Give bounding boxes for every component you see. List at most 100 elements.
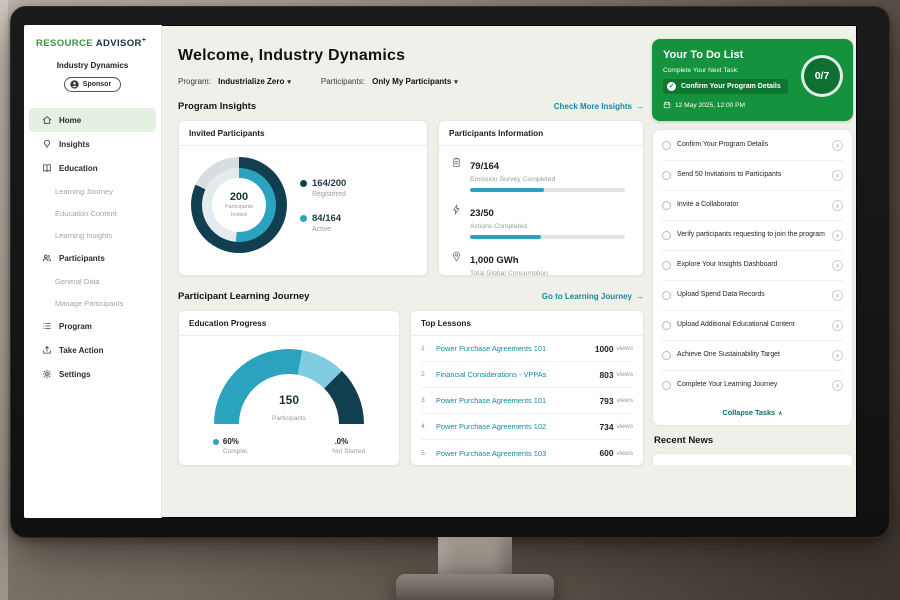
task-checkbox[interactable] <box>662 351 671 360</box>
stat-label: Emission Survey Completed <box>470 176 631 183</box>
lesson-rank: 4 <box>421 423 436 430</box>
task-checkbox[interactable] <box>662 201 671 210</box>
task-label: Upload Spend Data Records <box>677 291 826 300</box>
sidebar-item-general-data[interactable]: General Data <box>24 270 161 292</box>
task-row[interactable]: Upload Additional Educational Content › <box>662 311 843 341</box>
chevron-right-icon[interactable]: › <box>832 230 843 241</box>
monitor-stand-neck <box>438 537 512 579</box>
task-row[interactable]: Explore Your Insights Dashboard › <box>662 251 843 281</box>
chevron-right-icon[interactable]: › <box>832 200 843 211</box>
gauge-center-value: 150 <box>214 393 364 407</box>
gauge-center-label: Participants <box>272 415 306 422</box>
link-label: Go to Learning Journey <box>542 292 632 301</box>
gear-icon <box>42 369 52 379</box>
task-row[interactable]: Complete Your Learning Journey › <box>662 371 843 400</box>
sidebar-item-participants[interactable]: Participants <box>29 246 156 270</box>
invited-participants-card: Invited Participants 200 Participants In… <box>178 120 428 276</box>
arrow-right-icon: → <box>636 292 644 301</box>
participants-select[interactable]: Only My Participants▾ <box>372 77 458 86</box>
nav-label: Home <box>59 116 81 125</box>
main-content: Welcome, Industry Dynamics Program: Indu… <box>162 25 652 518</box>
task-checkbox[interactable] <box>662 141 671 150</box>
calendar-icon <box>663 101 671 109</box>
sidebar-item-insights[interactable]: Insights <box>29 132 156 156</box>
chevron-right-icon[interactable]: › <box>832 260 843 271</box>
participants-filter: Participants: Only My Participants▾ <box>321 77 458 86</box>
sidebar-item-education[interactable]: Education <box>29 156 156 180</box>
stat-label: Total Global Consumption <box>470 270 631 276</box>
task-label: Verify participants requesting to join t… <box>677 231 826 240</box>
action-arrow-icon <box>42 345 52 355</box>
logo-resource-text: RESOURCE <box>36 38 93 49</box>
sidebar-item-manage-participants[interactable]: Manage Participants <box>24 292 161 314</box>
lesson-views-unit: views <box>617 371 634 378</box>
task-row[interactable]: Invite a Collaborator › <box>662 191 843 221</box>
todo-progress-badge: 0/7 <box>801 55 843 97</box>
task-checkbox[interactable] <box>662 261 671 270</box>
lesson-link[interactable]: Power Purchase Agreements 103 <box>436 449 600 458</box>
link-label: Check More Insights <box>554 102 632 111</box>
lesson-views-unit: views <box>617 397 634 404</box>
sidebar-item-program[interactable]: Program <box>29 314 156 338</box>
check-more-insights-link[interactable]: Check More Insights → <box>554 102 644 111</box>
go-to-learning-journey-link[interactable]: Go to Learning Journey → <box>542 292 644 301</box>
chevron-down-icon: ▾ <box>454 79 458 86</box>
monitor-stand-base <box>396 574 554 600</box>
sidebar-item-learning-insights[interactable]: Learning Insights <box>24 224 161 246</box>
task-checkbox[interactable] <box>662 291 671 300</box>
chevron-right-icon[interactable]: › <box>832 170 843 181</box>
lightning-icon <box>451 204 462 215</box>
global-consumption-stat: 1,000 GWh Total Global Consumption <box>451 250 631 276</box>
lesson-link[interactable]: Power Purchase Agreements 102 <box>436 422 600 431</box>
task-row[interactable]: Confirm Your Program Details › <box>662 131 843 161</box>
sponsor-label: Sponsor <box>83 81 111 88</box>
actions-completed-stat: 23/50 Actions Completed <box>451 203 631 239</box>
lesson-link[interactable]: Power Purchase Agreements 101 <box>436 396 600 405</box>
lesson-link[interactable]: Financial Considerations - VPPAs <box>436 370 600 379</box>
sidebar-item-take-action[interactable]: Take Action <box>29 338 156 362</box>
nav-label: Education <box>59 164 98 173</box>
program-select[interactable]: Industrialize Zero▾ <box>218 77 291 86</box>
task-row[interactable]: Send 50 Invitations to Participants › <box>662 161 843 191</box>
education-progress-gauge-chart: 150 Participants <box>214 349 364 425</box>
task-checkbox[interactable] <box>662 321 671 330</box>
legend-label: Registered <box>312 191 346 198</box>
collapse-tasks-button[interactable]: Collapse Tasks∧ <box>662 400 843 424</box>
nav-label: Participants <box>59 254 105 263</box>
clipboard-icon <box>451 157 462 168</box>
chevron-right-icon[interactable]: › <box>832 290 843 301</box>
task-row[interactable]: Upload Spend Data Records › <box>662 281 843 311</box>
sidebar-item-education-content[interactable]: Education Content <box>24 202 161 224</box>
task-checkbox[interactable] <box>662 381 671 390</box>
task-checkbox[interactable] <box>662 171 671 180</box>
chevron-right-icon[interactable]: › <box>832 140 843 151</box>
progress-bar <box>470 235 625 239</box>
task-label: Complete Your Learning Journey <box>677 381 826 390</box>
progress-bar <box>470 188 625 192</box>
chevron-right-icon[interactable]: › <box>832 350 843 361</box>
next-task-pill[interactable]: ✓ Confirm Your Program Details <box>663 79 788 94</box>
filter-bar: Program: Industrialize Zero▾ Participant… <box>178 77 652 86</box>
sidebar-item-settings[interactable]: Settings <box>29 362 156 386</box>
recent-news-card-edge <box>652 453 853 465</box>
lesson-row: 5 Power Purchase Agreements 103 600 view… <box>421 440 633 466</box>
todo-progress-value: 0/7 <box>815 70 830 82</box>
task-checkbox[interactable] <box>662 231 671 240</box>
sidebar-item-home[interactable]: Home <box>29 108 156 132</box>
lesson-link[interactable]: Power Purchase Agreements 101 <box>436 344 595 353</box>
chevron-right-icon[interactable]: › <box>832 380 843 391</box>
chevron-right-icon[interactable]: › <box>832 320 843 331</box>
check-icon: ✓ <box>667 82 676 91</box>
donut-center-value: 200 <box>230 191 248 203</box>
task-row[interactable]: Achieve One Sustainability Target › <box>662 341 843 371</box>
invited-participants-donut-chart: 200 Participants Invited <box>191 157 287 253</box>
task-row[interactable]: Verify participants requesting to join t… <box>662 221 843 251</box>
program-select-value: Industrialize Zero <box>218 77 284 86</box>
nav-label: Insights <box>59 140 90 149</box>
lesson-views: 793 <box>600 396 614 406</box>
sidebar-item-learning-journey[interactable]: Learning Journey <box>24 180 161 202</box>
stat-label: Actions Completed <box>470 223 631 230</box>
nav-label: Manage Participants <box>55 299 123 308</box>
lesson-views: 1000 <box>595 344 614 354</box>
participants-information-card: Participants Information 79/164 Emission… <box>438 120 644 276</box>
